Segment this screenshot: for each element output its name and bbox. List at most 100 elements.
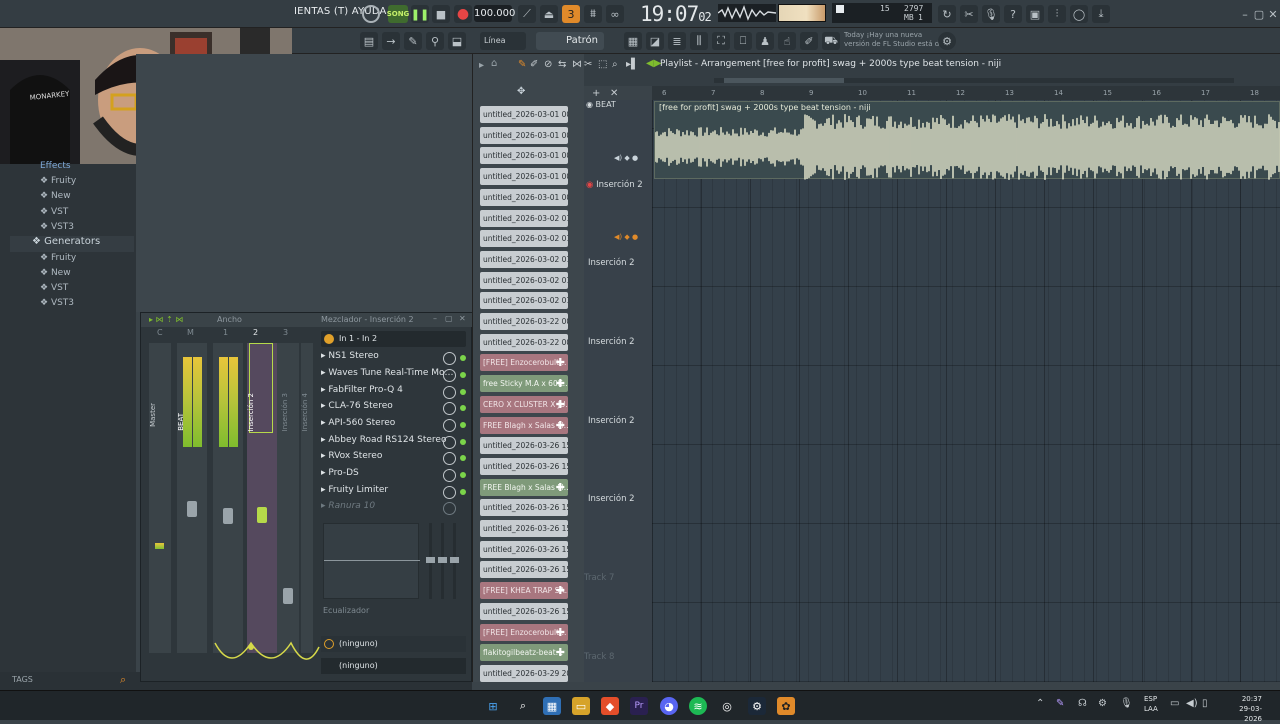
mixer-strip-insercion-3[interactable]: Inserción 3 <box>277 343 299 653</box>
playlist-breadcrumb[interactable]: Playlist - Arrangement <box>660 59 760 69</box>
fx-mix-knob[interactable] <box>443 352 456 365</box>
song-mode-button[interactable]: SONG <box>387 5 409 23</box>
picker-clip[interactable]: untitled_2026-03-01 00-… <box>480 126 568 144</box>
pencil-icon[interactable]: ✎ <box>404 32 422 50</box>
download-icon[interactable]: ⤓ <box>1092 5 1110 23</box>
tray-headset-icon[interactable]: ☊ <box>1078 698 1087 709</box>
mixer-strip-master[interactable]: Master <box>149 343 171 653</box>
brush-icon[interactable]: ✐ <box>800 32 818 50</box>
picker-clip[interactable]: untitled_2026-03-01 00-… <box>480 188 568 206</box>
cart-icon[interactable]: ⛟ <box>822 32 840 50</box>
picker-clip[interactable]: untitled_2026-03-29 20-… <box>480 664 568 682</box>
snap-selector[interactable]: Línea <box>480 32 526 50</box>
eq-slider-handle[interactable] <box>438 557 447 563</box>
browser-item-vst3-gen[interactable]: ❖ VST3 <box>40 298 74 308</box>
fx-mix-knob[interactable] <box>443 419 456 432</box>
steam-icon[interactable]: ⚙ <box>748 697 766 715</box>
tray-chevron-icon[interactable]: ⌃ <box>1036 698 1044 709</box>
clip-add-icon[interactable]: ✚ <box>556 624 565 641</box>
magnet-icon[interactable]: ⌂ <box>491 58 497 69</box>
send-select-1[interactable]: (ninguno) <box>321 636 466 652</box>
mixer-strip-beat[interactable]: BEAT <box>177 343 207 653</box>
fx-slot-9[interactable]: ▸ Fruity Limiter <box>321 485 466 501</box>
browser-item-vst[interactable]: ❖ VST <box>40 207 68 217</box>
tray-pen-icon[interactable]: ✎ <box>1056 698 1064 709</box>
fx-slot-4[interactable]: ▸ CLA-76 Stereo <box>321 401 466 417</box>
audio-clip[interactable]: [free for profit] swag + 2000s type beat… <box>654 101 1280 180</box>
mixer-view-icon[interactable]: ⫼ <box>690 32 708 50</box>
slice-tool-icon[interactable]: ✂ <box>584 59 592 70</box>
fx-enable-led[interactable] <box>460 489 466 495</box>
picker-clip[interactable]: untitled_2026-03-02 01-… <box>480 271 568 289</box>
snap-menu-icon[interactable]: ▤ <box>360 32 378 50</box>
clip-add-icon[interactable]: ✚ <box>556 354 565 371</box>
picker-clip[interactable]: [FREE] Enzocerobult… ✚ <box>480 623 568 641</box>
browser-item-fruity-gen[interactable]: ❖ Fruity <box>40 253 76 263</box>
picker-clip[interactable]: untitled_2026-03-01 00-… <box>480 168 568 186</box>
fx-enable-led[interactable] <box>460 372 466 378</box>
eq-slider-handle[interactable] <box>450 557 459 563</box>
paint-tool-icon[interactable]: ✐ <box>530 59 538 70</box>
arrangement-name[interactable]: [free for profit] swag + 2000s type beat… <box>763 59 1001 69</box>
track-enable-icon[interactable]: ◉ <box>586 100 596 109</box>
touch-icon[interactable]: ☝ <box>778 32 796 50</box>
playback-tool-icon[interactable]: ▸▌ <box>626 59 639 70</box>
picker-clip[interactable]: untitled_2026-03-01 00-… <box>480 106 568 123</box>
browser-item-vst3[interactable]: ❖ VST3 <box>40 222 74 232</box>
close-track-icon[interactable]: ✕ <box>610 88 618 99</box>
mixer-maximize-icon[interactable]: ▢ <box>445 314 453 323</box>
picker-clip[interactable]: untitled_2026-03-26 15-… <box>480 499 568 517</box>
fx-mix-knob[interactable] <box>443 402 456 415</box>
link-icon[interactable]: ⚲ <box>426 32 444 50</box>
clip-add-icon[interactable]: ✚ <box>556 582 565 599</box>
fx-slot-7[interactable]: ▸ RVox Stereo <box>321 451 466 467</box>
mixer-strip-insercion-2[interactable]: Inserción 2 <box>247 343 277 653</box>
timeline-ruler[interactable]: 6 7 8 9 10 11 12 13 14 15 16 17 18 <box>652 86 1280 100</box>
delete-tool-icon[interactable]: ⊘ <box>544 59 552 70</box>
fx-slot-2[interactable]: ▸ Waves Tune Real-Time Mo… <box>321 368 466 384</box>
mixer-strip-insercion-4[interactable]: Inserción 4 <box>301 343 313 653</box>
pattern-song-knob[interactable] <box>362 5 380 23</box>
picker-clip[interactable]: untitled_2026-03-26 15-… <box>480 520 568 537</box>
input-routing-select[interactable]: In 1 - In 2 <box>321 331 466 347</box>
pencil-tool-icon[interactable]: ✎ <box>518 59 526 70</box>
fx-mix-knob[interactable] <box>443 369 456 382</box>
browser-view-icon[interactable]: ⛶ <box>712 32 730 50</box>
mute-tool-icon[interactable]: ⇆ <box>558 59 566 70</box>
fx-mix-knob[interactable] <box>443 486 456 499</box>
metronome-icon[interactable]: ⟋ <box>518 5 536 23</box>
mixer-close-icon[interactable]: ✕ <box>459 314 466 323</box>
clip-add-icon[interactable]: ✚ <box>556 396 565 413</box>
fx-enable-led[interactable] <box>460 405 466 411</box>
mixer-minimize-icon[interactable]: – <box>433 314 437 323</box>
tray-mic-icon[interactable]: 🎙 <box>1120 698 1133 709</box>
ins1-fader[interactable] <box>223 508 233 524</box>
picker-clip[interactable]: untitled_2026-03-22 00-… <box>480 333 568 351</box>
track-header-2[interactable]: ◉ Inserción 2 <box>586 180 648 190</box>
clip-add-icon[interactable]: ✚ <box>556 417 565 434</box>
save-icon[interactable]: ▣ <box>1026 5 1044 23</box>
fx-slot-10[interactable]: ▸ Ranura 10 <box>321 501 466 517</box>
obs-icon[interactable]: ◎ <box>718 697 736 715</box>
mic-icon[interactable]: 🎙 <box>982 5 1000 23</box>
fx-mix-knob[interactable] <box>443 386 456 399</box>
clip-add-icon[interactable]: ✚ <box>556 479 565 496</box>
fx-mix-knob[interactable] <box>443 436 456 449</box>
fx-slot-5[interactable]: ▸ API-560 Stereo <box>321 418 466 434</box>
pattern-selector[interactable]: Patrón 1 <box>536 32 604 64</box>
plugin-icon[interactable]: ⎕ <box>734 32 752 50</box>
picker-clip[interactable]: untitled_2026-03-26 15-… <box>480 602 568 620</box>
eq-slider-handle[interactable] <box>426 557 435 563</box>
picker-clip[interactable]: untitled_2026-03-02 01-… <box>480 292 568 310</box>
fx-slot-6[interactable]: ▸ Abbey Road RS124 Stereo <box>321 435 466 451</box>
arrow-right-icon[interactable]: → <box>382 32 400 50</box>
eq-graph[interactable] <box>323 523 420 599</box>
picker-clip[interactable]: untitled_2026-03-22 00-… <box>480 313 568 330</box>
battery-icon[interactable]: ▯ <box>1202 698 1208 709</box>
horizontal-scrollbar[interactable] <box>714 78 1234 83</box>
picker-clip[interactable]: FREE Blagh x Salas Fl… ✚ <box>480 416 568 434</box>
stop-button[interactable]: ■ <box>432 5 450 23</box>
mixer-strip-ins1[interactable] <box>213 343 243 653</box>
fx-enable-led[interactable] <box>460 355 466 361</box>
news-gear-icon[interactable]: ⚙ <box>938 32 956 50</box>
